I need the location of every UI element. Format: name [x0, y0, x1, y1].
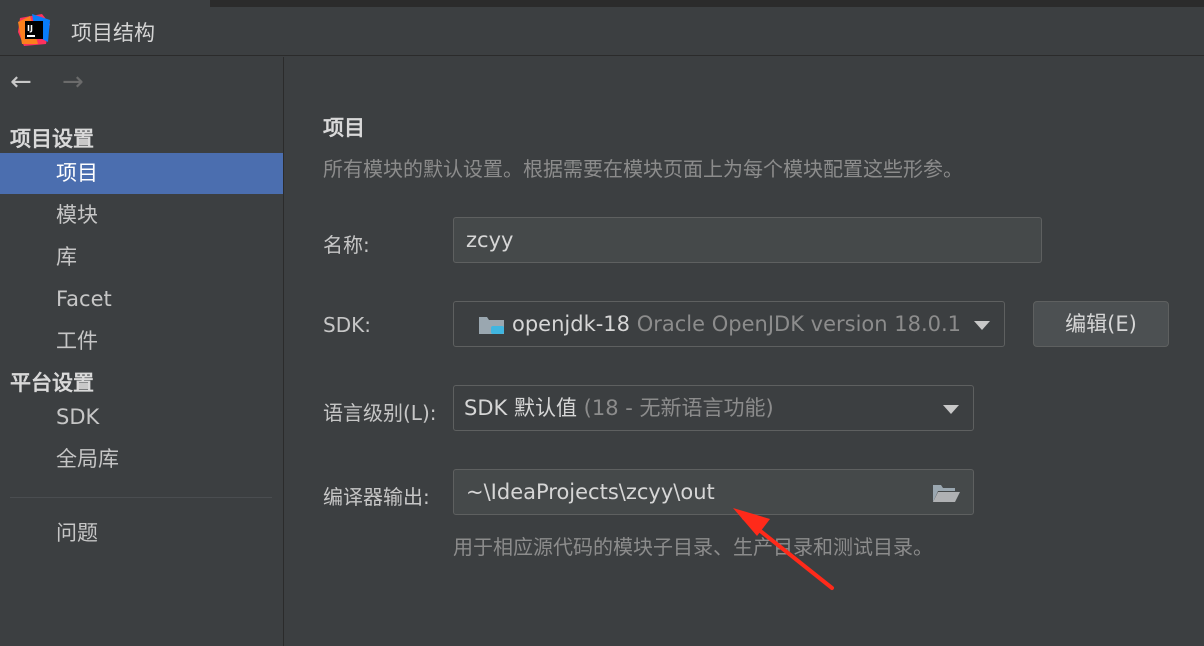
language-level-detail: (18 - 无新语言功能): [583, 396, 774, 420]
sidebar-divider: [10, 497, 272, 498]
name-label: 名称:: [323, 233, 370, 257]
section-platform-settings: 平台设置: [10, 371, 94, 395]
sidebar-item-problems[interactable]: 问题: [0, 513, 283, 554]
sidebar-item-modules[interactable]: 模块: [0, 195, 283, 236]
settings-panel: 项目 所有模块的默认设置。根据需要在模块页面上为每个模块配置这些形参。 名称: …: [285, 57, 1204, 646]
sidebar-item-facet[interactable]: Facet: [0, 279, 283, 320]
edit-sdk-button[interactable]: 编辑(E): [1033, 301, 1169, 347]
sidebar-item-sdk[interactable]: SDK: [0, 397, 283, 438]
section-project-settings: 项目设置: [10, 127, 94, 151]
forward-arrow-icon[interactable]: →: [62, 67, 84, 97]
chevron-down-icon: [943, 405, 959, 414]
compiler-output-hint: 用于相应源代码的模块子目录、生产目录和测试目录。: [453, 535, 933, 559]
language-level-label: 语言级别(L):: [323, 401, 437, 425]
sdk-label: SDK:: [323, 313, 371, 337]
folder-open-icon[interactable]: [931, 482, 961, 504]
intellij-logo-icon: IJ: [18, 14, 50, 46]
sdk-folder-icon: [479, 317, 504, 334]
compiler-output-value: ~\IdeaProjects\zcyy\out: [466, 480, 715, 504]
window-title: 项目结构: [71, 21, 155, 45]
project-name-input[interactable]: zcyy: [453, 217, 1042, 263]
sidebar-item-libraries[interactable]: 库: [0, 237, 283, 278]
sdk-detail: Oracle OpenJDK version 18.0.1: [636, 312, 962, 336]
sidebar-item-project[interactable]: 项目: [0, 153, 283, 194]
compiler-output-input[interactable]: ~\IdeaProjects\zcyy\out: [453, 469, 974, 515]
language-level-value: SDK 默认值: [464, 396, 577, 420]
back-arrow-icon[interactable]: ←: [10, 67, 32, 97]
compiler-output-label: 编译器输出:: [323, 485, 430, 509]
sdk-name: openjdk-18: [512, 312, 631, 336]
sidebar-item-global-libraries[interactable]: 全局库: [0, 439, 283, 480]
chevron-down-icon: [974, 321, 990, 330]
sidebar: ← → 项目设置 项目 模块 库 Facet 工件 平台设置 SDK 全局库 问…: [0, 57, 284, 646]
page-title: 项目: [323, 116, 365, 140]
language-level-dropdown[interactable]: SDK 默认值 (18 - 无新语言功能): [453, 385, 974, 431]
sidebar-item-artifacts[interactable]: 工件: [0, 321, 283, 362]
project-name-value: zcyy: [466, 228, 514, 252]
page-description: 所有模块的默认设置。根据需要在模块页面上为每个模块配置这些形参。: [323, 157, 963, 181]
logo-text: IJ: [27, 24, 33, 33]
background-window-edge: [210, 0, 1204, 7]
sdk-dropdown[interactable]: openjdk-18 Oracle OpenJDK version 18.0.1: [453, 301, 1005, 347]
title-bar: IJ 项目结构: [0, 0, 1204, 56]
